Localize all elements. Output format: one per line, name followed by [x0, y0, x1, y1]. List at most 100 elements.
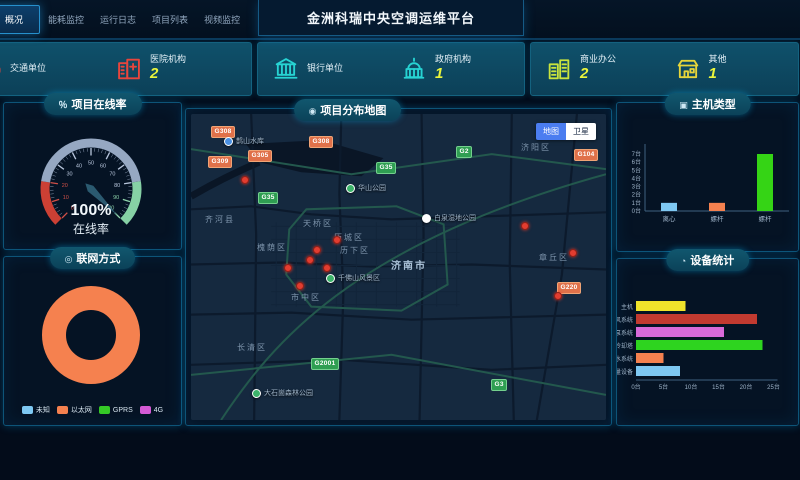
online-rate-panel: ％项目在线率 0102030405060708090100100%在线率 [3, 102, 182, 250]
road-badge: G35 [376, 162, 396, 174]
poi-dot-icon [422, 214, 431, 223]
project-location-dot[interactable] [554, 292, 562, 300]
host-type-panel-title: ▣主机类型 [664, 93, 751, 115]
project-map-panel: ◉项目分布地图 G308G309G305G308G35G35G2G104G220… [185, 108, 612, 426]
road-badge: G104 [574, 149, 598, 161]
svg-text:70: 70 [109, 171, 115, 177]
svg-text:10台: 10台 [685, 383, 698, 391]
svg-text:量设备: 量设备 [617, 368, 633, 376]
map-poi-marker[interactable]: 华山公园 [346, 183, 386, 193]
svg-text:冷却塔: 冷却塔 [617, 342, 633, 350]
project-location-dot[interactable] [313, 246, 321, 254]
stat-value: 2 [150, 65, 186, 84]
svg-text:25台: 25台 [767, 383, 780, 391]
stat-label: 医院机构 [150, 54, 186, 65]
project-location-dot[interactable] [306, 256, 314, 264]
office-icon [545, 55, 573, 83]
poi-dot-icon [224, 137, 233, 146]
svg-text:风系统: 风系统 [617, 316, 633, 324]
map-poi-marker[interactable]: 大石崮森林公园 [252, 388, 313, 398]
legend-item[interactable]: 4G [140, 405, 163, 415]
svg-text:60: 60 [100, 163, 106, 169]
online-rate-gauge-chart: 0102030405060708090100100%在线率 [4, 115, 179, 247]
nav-tab-overview[interactable]: 概况 [0, 5, 40, 34]
map-pin-icon: ◉ [309, 106, 317, 116]
svg-text:50: 50 [88, 161, 94, 167]
svg-text:0台: 0台 [631, 383, 640, 391]
road-badge: G308 [309, 136, 333, 148]
svg-text:2台: 2台 [632, 191, 641, 199]
map-mode-button[interactable]: 地图 [536, 123, 566, 140]
project-location-dot[interactable] [333, 236, 341, 244]
legend-swatch [99, 406, 110, 414]
project-location-dot[interactable] [296, 282, 304, 290]
map-district-label: 章丘区 [539, 252, 569, 263]
map-district-label: 历下区 [340, 245, 370, 256]
svg-text:1台: 1台 [632, 199, 641, 207]
government-icon [400, 55, 428, 83]
stat-item-hospital: 医院机构2 [111, 54, 251, 84]
network-mode-panel-title: ◎联网方式 [50, 247, 136, 269]
svg-text:10: 10 [63, 195, 69, 201]
legend-item[interactable]: GPRS [99, 405, 133, 415]
legend-label: 4G [154, 407, 163, 414]
satellite-mode-button[interactable]: 卫星 [566, 123, 596, 140]
host-type-panel: ▣主机类型 0台1台2台3台4台5台6台7台离心螺杆螺杆 [616, 102, 799, 252]
map-poi-marker[interactable]: 千佛山风景区 [326, 273, 380, 283]
stat-label: 银行单位 [307, 63, 343, 74]
platform-title: 金洲科瑞中央空调运维平台 [258, 0, 524, 36]
svg-text:20台: 20台 [740, 383, 753, 391]
pie-icon: ◔ [681, 256, 686, 266]
device-stats-hbar-chart: 主机风系统泵系统冷却塔水系统量设备0台5台10台15台20台25台 [617, 275, 796, 421]
poi-dot-icon [346, 184, 355, 193]
legend-swatch [57, 406, 68, 414]
legend-label: GPRS [113, 407, 133, 414]
project-distribution-map[interactable]: G308G309G305G308G35G35G2G104G220G2001G3齐… [191, 114, 606, 420]
nav-tab-video[interactable]: 视频监控 [196, 8, 248, 31]
map-district-label: 济阳区 [521, 142, 551, 153]
nav-tab-logs[interactable]: 运行日志 [92, 8, 144, 31]
stat-label: 交通单位 [10, 63, 46, 74]
project-location-dot[interactable] [569, 249, 577, 257]
legend-label: 未知 [36, 405, 50, 415]
nav-tab-energy[interactable]: 能耗监控 [40, 8, 92, 31]
stat-label: 其他 [709, 54, 727, 65]
stat-item-government: 政府机构1 [396, 54, 524, 84]
road-badge: G3 [491, 379, 507, 391]
project-location-dot[interactable] [284, 264, 292, 272]
svg-text:离心: 离心 [663, 214, 677, 223]
network-donut-chart [4, 275, 179, 397]
svg-text:30: 30 [66, 171, 72, 177]
percent-icon: ％ [58, 100, 67, 110]
monitor-icon: ▣ [679, 100, 688, 110]
map-district-label: 市中区 [291, 292, 321, 303]
stat-item-other: 其他1 [670, 54, 799, 84]
stat-item-office: 商业办公2 [531, 54, 670, 84]
poi-label: 大石崮森林公园 [264, 388, 313, 398]
map-district-label: 济南市 [391, 257, 427, 272]
svg-text:4台: 4台 [632, 174, 641, 182]
network-mode-panel: ◎联网方式 未知以太网GPRS4G [3, 256, 182, 426]
svg-text:螺杆: 螺杆 [711, 214, 725, 223]
road-badge: G2001 [311, 358, 339, 370]
nav-tab-projects[interactable]: 项目列表 [144, 8, 196, 31]
svg-text:水系统: 水系统 [617, 355, 633, 363]
project-location-dot[interactable] [323, 264, 331, 272]
svg-text:20: 20 [62, 183, 68, 189]
svg-text:3台: 3台 [632, 183, 641, 191]
poi-label: 华山公园 [358, 183, 386, 193]
road-badge: G220 [557, 282, 581, 294]
legend-label: 以太网 [71, 405, 92, 415]
map-poi-marker[interactable]: 白泉湿地公园 [422, 213, 476, 223]
svg-text:40: 40 [76, 163, 82, 169]
project-location-dot[interactable] [521, 222, 529, 230]
poi-dot-icon [326, 274, 335, 283]
project-location-dot[interactable] [241, 176, 249, 184]
map-poi-marker[interactable]: 鹊山水库 [224, 136, 264, 146]
legend-item[interactable]: 未知 [22, 405, 50, 415]
poi-label: 白泉湿地公园 [434, 213, 476, 223]
svg-text:5台: 5台 [659, 383, 668, 391]
svg-text:泵系统: 泵系统 [617, 329, 633, 337]
host-type-bar-chart: 0台1台2台3台4台5台6台7台离心螺杆螺杆 [617, 119, 796, 247]
legend-item[interactable]: 以太网 [57, 405, 92, 415]
